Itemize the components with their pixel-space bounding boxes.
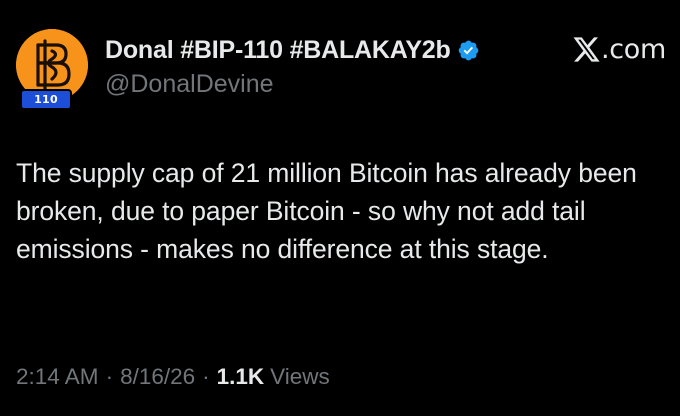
brand-suffix: .com <box>600 33 666 65</box>
tweet-text: The supply cap of 21 million Bitcoin has… <box>16 158 637 264</box>
tweet-meta: 2:14 AM · 8/16/26 · 1.1K Views <box>16 362 330 392</box>
views-label: Views <box>270 364 330 389</box>
tweet-date[interactable]: 8/16/26 <box>120 364 195 390</box>
x-com-brand: .com <box>572 32 666 66</box>
avatar-badge: 110 <box>20 89 72 110</box>
views-count[interactable]: 1.1K <box>217 364 265 390</box>
meta-separator: · <box>202 364 210 389</box>
author-name-row[interactable]: Donal #BIP-110 #BALAKAY2b <box>105 34 480 66</box>
tweet-time[interactable]: 2:14 AM <box>16 364 99 390</box>
verified-badge-icon <box>458 40 478 60</box>
author-handle[interactable]: @DonalDevine <box>105 70 274 99</box>
tweet-card: 110 Donal #BIP-110 #BALAKAY2b @DonalDevi… <box>0 0 680 416</box>
meta-separator: · <box>105 364 114 389</box>
x-logo-icon <box>573 36 600 62</box>
author-display-name[interactable]: Donal #BIP-110 #BALAKAY2b <box>105 36 451 65</box>
